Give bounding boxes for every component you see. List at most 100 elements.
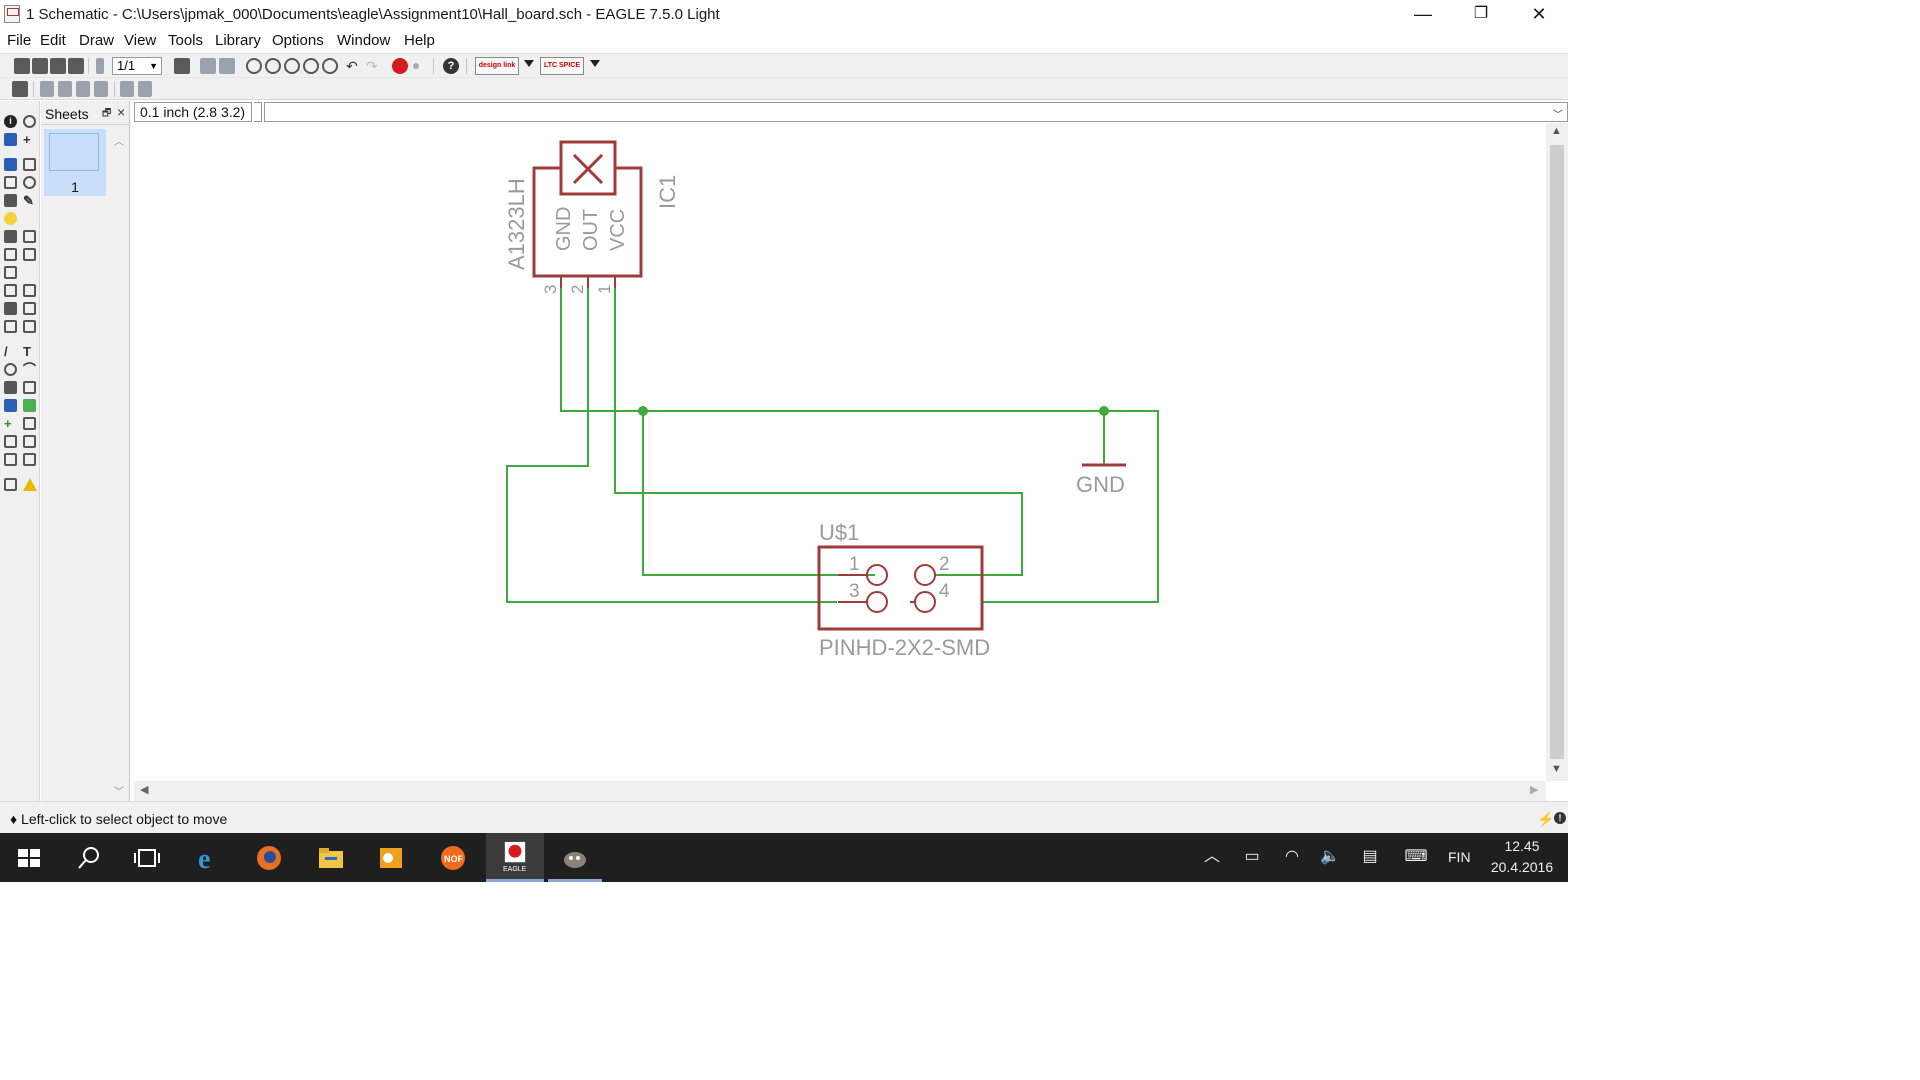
file-explorer-button[interactable] xyxy=(302,833,360,882)
junction-icon[interactable]: + xyxy=(4,417,17,430)
dimension-icon[interactable] xyxy=(23,435,36,448)
scroll-down-icon[interactable]: ▼ xyxy=(1551,763,1562,775)
alert-icon[interactable]: ! xyxy=(1554,812,1566,824)
change-icon[interactable]: ✎ xyxy=(23,194,36,207)
battery-icon[interactable]: ▭ xyxy=(1242,847,1262,867)
undock-icon[interactable]: 🗗 xyxy=(102,106,111,123)
warning-icon[interactable] xyxy=(23,478,37,491)
outlook-button[interactable] xyxy=(362,833,420,882)
sheet-select[interactable]: 1/1 ▼ xyxy=(112,57,162,75)
rotate-icon[interactable] xyxy=(23,176,36,189)
menu-window[interactable]: Window xyxy=(337,32,390,49)
scroll-thumb[interactable] xyxy=(1550,145,1564,759)
delete-icon[interactable] xyxy=(4,230,17,243)
menu-view[interactable]: View xyxy=(124,32,156,49)
pinswap-icon[interactable] xyxy=(4,248,17,261)
horizontal-scrollbar[interactable]: ◀ ▶ xyxy=(134,781,1546,801)
menu-tools[interactable]: Tools xyxy=(168,32,203,49)
wire-style-3-icon[interactable] xyxy=(76,81,90,97)
undo-icon[interactable]: ↶ xyxy=(346,58,362,74)
script-icon[interactable] xyxy=(174,58,190,74)
internet-explorer-button[interactable]: e xyxy=(180,833,238,882)
close-button[interactable]: ✕ xyxy=(1510,0,1568,30)
stop-icon[interactable] xyxy=(392,58,408,74)
scroll-up-icon[interactable]: ▲ xyxy=(1551,125,1562,137)
zoom-fit-icon[interactable] xyxy=(246,58,262,74)
task-view-button[interactable] xyxy=(118,833,176,882)
rect-icon[interactable] xyxy=(4,381,17,394)
sheets-scrollbar[interactable]: ︿ ﹀ xyxy=(110,129,128,801)
invoke-icon[interactable] xyxy=(23,320,36,333)
move-icon[interactable] xyxy=(4,158,17,171)
net-wires[interactable] xyxy=(506,286,1159,603)
clock-date[interactable]: 20.4.2016 xyxy=(1486,859,1558,875)
add-icon[interactable] xyxy=(23,230,36,243)
wire-icon[interactable]: / xyxy=(4,345,17,358)
wire-style-2-icon[interactable] xyxy=(58,81,72,97)
wire-style-4-icon[interactable] xyxy=(94,81,108,97)
display-icon[interactable] xyxy=(4,133,17,146)
circle-icon[interactable] xyxy=(4,363,17,376)
zoom-out-icon[interactable] xyxy=(284,58,300,74)
miter-icon[interactable] xyxy=(23,302,36,315)
redo-icon[interactable]: ↷ xyxy=(366,58,382,74)
mark-icon[interactable]: + xyxy=(23,133,36,146)
minimize-button[interactable]: — xyxy=(1394,0,1452,30)
ltspice-dropdown-icon[interactable] xyxy=(590,60,600,67)
chevron-down-icon[interactable]: ﹀ xyxy=(1553,106,1563,121)
bend-style-2-icon[interactable] xyxy=(138,81,152,97)
menu-edit[interactable]: Edit xyxy=(40,32,66,49)
redraw-icon[interactable] xyxy=(303,58,319,74)
scroll-left-icon[interactable]: ◀ xyxy=(140,783,148,796)
start-button[interactable] xyxy=(0,833,58,882)
split-icon[interactable] xyxy=(4,320,17,333)
help-icon[interactable]: ? xyxy=(443,58,459,74)
command-input[interactable]: ﹀ xyxy=(264,102,1568,122)
menu-file[interactable]: File xyxy=(7,32,31,49)
input-language[interactable]: FIN xyxy=(1448,849,1471,865)
wifi-icon[interactable]: ◠ xyxy=(1282,847,1302,867)
arc-icon[interactable]: ⌒ xyxy=(23,363,36,376)
scroll-right-icon[interactable]: ▶ xyxy=(1530,783,1538,796)
lightning-icon[interactable]: ⚡ xyxy=(1537,811,1554,828)
cam-processor-icon[interactable] xyxy=(68,58,84,74)
erc-icon[interactable] xyxy=(4,478,17,491)
search-button[interactable] xyxy=(60,833,118,882)
paste-icon[interactable] xyxy=(4,212,17,225)
module-icon[interactable] xyxy=(23,453,36,466)
show-icon[interactable] xyxy=(23,115,36,128)
save-icon[interactable] xyxy=(32,58,48,74)
designlink-button[interactable]: design link xyxy=(475,57,519,75)
scroll-up-icon[interactable]: ︿ xyxy=(114,133,124,148)
go-icon[interactable] xyxy=(413,63,419,69)
group-icon[interactable] xyxy=(4,194,17,207)
eagle-app-icon[interactable] xyxy=(4,5,20,23)
attribute-icon[interactable] xyxy=(4,435,17,448)
clock-time[interactable]: 12.45 xyxy=(1486,838,1558,854)
ltspice-button[interactable]: LTC SPICE xyxy=(540,57,584,75)
action-center-icon[interactable]: ▤ xyxy=(1360,847,1380,867)
grid-icon[interactable] xyxy=(12,81,28,97)
bend-style-1-icon[interactable] xyxy=(120,81,134,97)
zoom-in-icon[interactable] xyxy=(265,58,281,74)
designlink-dropdown-icon[interactable] xyxy=(524,60,534,67)
wire-style-1-icon[interactable] xyxy=(40,81,54,97)
vertical-scrollbar[interactable]: ▲ ▼ xyxy=(1546,123,1568,781)
nero-button[interactable]: NOF xyxy=(424,833,482,882)
frame-icon[interactable] xyxy=(4,453,17,466)
copy-icon[interactable] xyxy=(23,158,36,171)
run-ulp-icon[interactable] xyxy=(200,58,216,74)
polygon-icon[interactable] xyxy=(23,381,36,394)
info-icon[interactable]: i xyxy=(4,115,17,128)
volume-muted-icon[interactable]: 🔈 xyxy=(1320,847,1340,867)
label-icon[interactable] xyxy=(23,417,36,430)
name-icon[interactable] xyxy=(4,284,17,297)
schematic-canvas[interactable]: GND OUT VCC 3 2 1 A1323LH IC1 GND 1 2 3 … xyxy=(134,123,1546,781)
menu-help[interactable]: Help xyxy=(404,32,435,49)
restore-button[interactable]: ❐ xyxy=(1452,0,1510,30)
replace-icon[interactable] xyxy=(23,248,36,261)
mirror-icon[interactable] xyxy=(4,176,17,189)
show-hidden-icons-icon[interactable]: ︿ xyxy=(1202,847,1222,867)
run-script-icon[interactable] xyxy=(219,58,235,74)
board-switch-icon[interactable] xyxy=(96,58,104,74)
